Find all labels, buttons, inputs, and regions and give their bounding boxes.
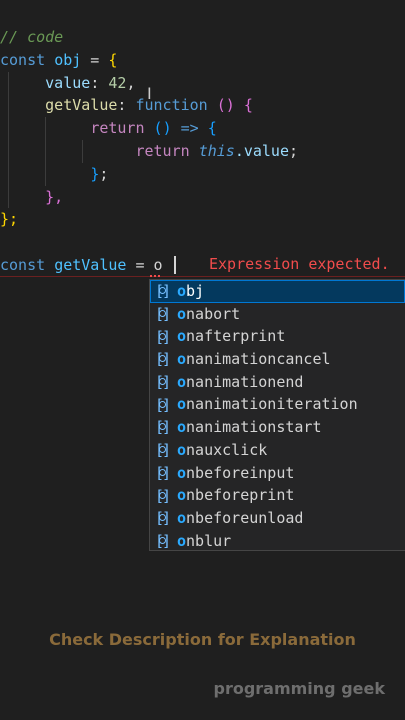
property-getvalue: getValue xyxy=(45,96,118,115)
caption-note: Check Description for Explanation xyxy=(49,630,356,649)
variable-icon xyxy=(152,371,174,394)
variable-icon xyxy=(152,394,174,417)
suggestion-match: o xyxy=(177,372,187,391)
semicolon: ; xyxy=(289,141,299,160)
variable-icon xyxy=(152,416,174,439)
suggestion-item[interactable]: onanimationend xyxy=(150,371,405,394)
inline-error-message: Expression expected. xyxy=(209,255,390,273)
comma: , xyxy=(126,73,136,92)
code-line-6: return this.value; xyxy=(0,139,405,163)
code-line-9: }; xyxy=(0,208,405,231)
paren-open: ( xyxy=(216,96,226,115)
code-line-5: return () => { xyxy=(0,117,405,140)
suggestion-match: o xyxy=(177,350,187,369)
suggestion-label: nabort xyxy=(186,304,241,323)
suggestion-match: o xyxy=(177,304,187,323)
suggestion-label: nbeforeunload xyxy=(186,508,304,527)
suggestion-label: bj xyxy=(186,282,205,300)
suggestion-item[interactable]: onabort xyxy=(150,303,405,326)
keyword-const: const xyxy=(0,50,46,69)
watermark-brand: programming geek xyxy=(213,679,385,698)
suggestion-match: o xyxy=(177,282,187,300)
variable-icon xyxy=(152,303,174,326)
suggestion-match: o xyxy=(177,463,187,482)
keyword-return: return xyxy=(135,141,190,160)
paren-close: ) xyxy=(162,119,172,138)
code-line-4: getValue: function () { xyxy=(0,94,405,118)
brace-open: { xyxy=(243,96,253,115)
suggestion-widget[interactable]: objonabortonafterprintonanimationcancelo… xyxy=(149,279,405,553)
suggestion-label: nbeforeinput xyxy=(186,463,295,482)
number-literal: 42 xyxy=(108,73,127,92)
suggestion-item[interactable]: onblur xyxy=(150,530,405,553)
variable-icon xyxy=(152,439,174,462)
suggestion-item[interactable]: onbeforeinput xyxy=(150,462,405,485)
variable-icon xyxy=(152,462,174,485)
operator-assign: = xyxy=(81,50,109,69)
text-cursor xyxy=(174,256,176,274)
suggestion-match: o xyxy=(177,327,187,346)
suggestion-match: o xyxy=(177,531,187,550)
variable-icon xyxy=(152,485,174,508)
mouse-ibeam-cursor-icon: I xyxy=(147,84,152,103)
arrow-operator: => xyxy=(171,119,208,138)
suggestion-item[interactable]: onbeforeunload xyxy=(150,507,405,530)
suggestion-label: nanimationend xyxy=(186,372,304,391)
error-squiggle xyxy=(150,272,160,277)
code-line-8: }, xyxy=(0,185,405,209)
brace-close: }; xyxy=(0,210,19,229)
suggestion-label: nanimationstart xyxy=(186,418,322,437)
suggestion-label: nbeforeprint xyxy=(186,486,295,505)
variable-icon xyxy=(152,530,174,553)
code-line-1: // code xyxy=(0,26,405,49)
suggestion-match: o xyxy=(177,486,187,505)
suggestion-match: o xyxy=(177,418,187,437)
brace-close: }, xyxy=(45,187,64,206)
suggestion-item[interactable]: onafterprint xyxy=(150,325,405,349)
suggestion-item[interactable]: onanimationstart xyxy=(150,416,405,439)
suggestion-label: nanimationiteration xyxy=(186,395,358,414)
suggestion-label: nblur xyxy=(186,531,232,550)
suggestion-match: o xyxy=(177,395,187,414)
code-line-3: value: 42, xyxy=(0,71,405,95)
suggestion-label: nafterprint xyxy=(186,327,286,346)
paren-close: ) xyxy=(225,96,235,115)
suggestion-item[interactable]: onauxclick xyxy=(150,439,405,462)
paren-open: ( xyxy=(153,119,163,138)
keyword-this: this xyxy=(198,141,235,160)
brace-close: } xyxy=(90,164,100,183)
suggestion-item[interactable]: onbeforeprint xyxy=(150,484,405,508)
colon: : xyxy=(117,96,136,115)
suggestion-item[interactable]: onanimationcancel xyxy=(150,348,405,371)
brace-open: { xyxy=(108,50,118,69)
code-line-7: }; xyxy=(0,162,405,186)
suggestion-match: o xyxy=(177,508,187,527)
suggestion-label: nanimationcancel xyxy=(186,350,331,369)
comment: // code xyxy=(0,28,64,46)
variable-icon xyxy=(152,280,174,303)
property-value: value xyxy=(45,73,91,92)
variable-icon xyxy=(152,326,174,349)
suggestion-item[interactable]: onanimationiteration xyxy=(150,393,405,417)
colon: : xyxy=(90,73,109,92)
variable-icon xyxy=(152,507,174,530)
suggestion-item[interactable]: obj xyxy=(150,280,405,303)
semicolon: ; xyxy=(99,164,109,183)
code-editor[interactable]: // code const obj = { value: 42, getValu… xyxy=(0,26,405,277)
member-value: .value xyxy=(234,141,289,160)
suggestion-match: o xyxy=(177,440,187,459)
code-line-2: const obj = { xyxy=(0,49,405,72)
identifier-obj: obj xyxy=(54,50,82,69)
suggestion-label: nauxclick xyxy=(186,440,268,459)
variable-icon xyxy=(152,348,174,371)
keyword-return: return xyxy=(90,119,145,138)
brace-open: { xyxy=(207,119,217,138)
